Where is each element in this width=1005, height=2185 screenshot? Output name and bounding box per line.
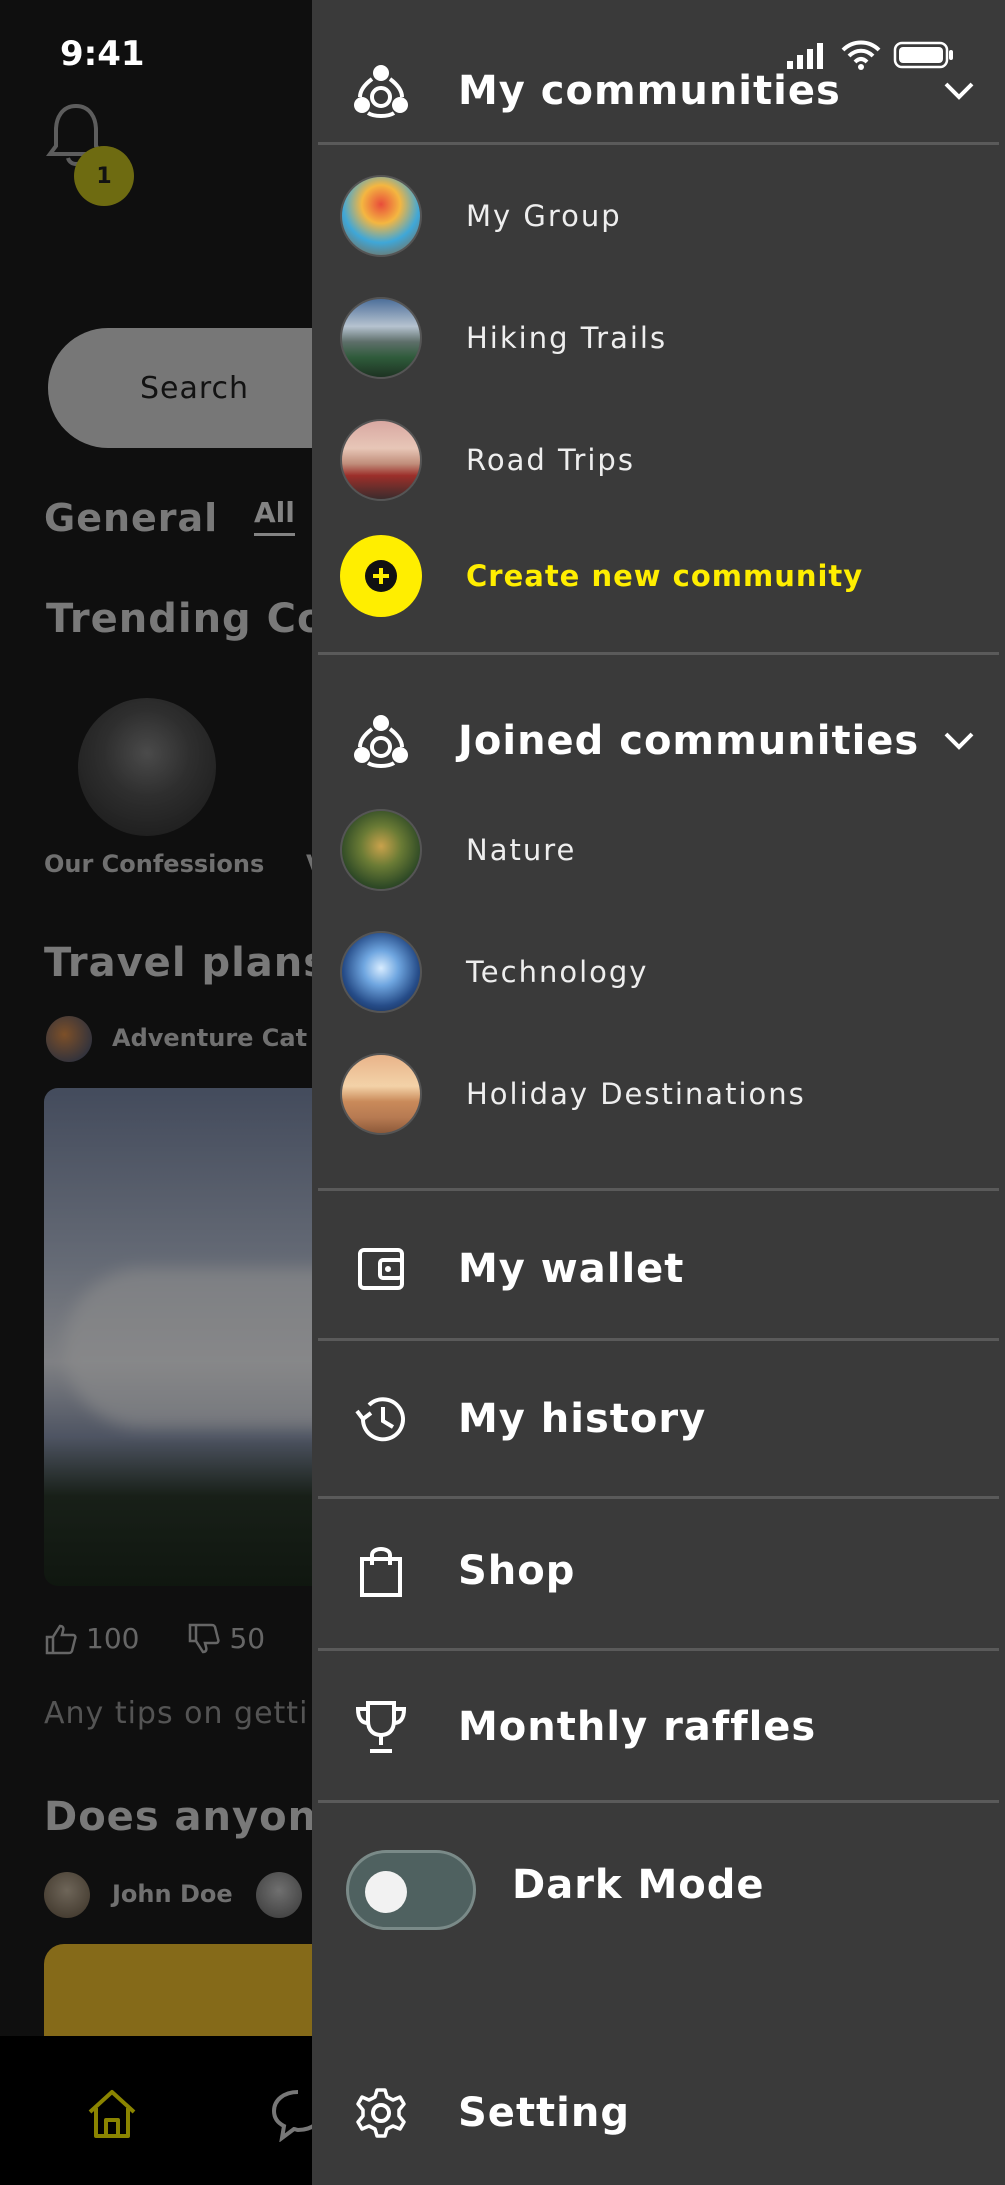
general-heading: General bbox=[44, 496, 219, 540]
community-avatar bbox=[340, 1053, 422, 1135]
community-avatar bbox=[340, 931, 422, 1013]
community-avatar bbox=[340, 297, 422, 379]
community-icon bbox=[348, 58, 414, 124]
divider bbox=[318, 1188, 999, 1191]
post-title-2: Does anyone bbox=[44, 1794, 346, 1840]
community-item-nature[interactable]: Nature bbox=[340, 808, 980, 892]
community-avatar bbox=[340, 419, 422, 501]
history-icon bbox=[348, 1386, 414, 1452]
chevron-down-icon[interactable] bbox=[942, 80, 976, 102]
post-reactions: 100 50 bbox=[44, 1622, 265, 1655]
like-button[interactable]: 100 bbox=[44, 1622, 139, 1655]
community-avatar bbox=[340, 809, 422, 891]
chevron-down-icon[interactable] bbox=[942, 730, 976, 752]
author-avatar bbox=[46, 1016, 92, 1062]
divider bbox=[318, 1496, 999, 1499]
post-title: Travel plans bbox=[44, 940, 329, 986]
community-item-my-group[interactable]: My Group bbox=[340, 174, 980, 258]
menu-item-shop[interactable]: Shop bbox=[348, 1538, 988, 1604]
community-item-label: Road Trips bbox=[466, 443, 635, 477]
divider bbox=[318, 1338, 999, 1341]
divider bbox=[318, 1800, 999, 1803]
create-community-label: Create new community bbox=[466, 559, 864, 593]
community-avatar bbox=[340, 175, 422, 257]
participant-avatar bbox=[256, 1872, 302, 1918]
plus-icon bbox=[340, 535, 422, 617]
wallet-label: My wallet bbox=[458, 1246, 685, 1292]
trending-avatar[interactable] bbox=[78, 698, 216, 836]
menu-item-monthly-raffles[interactable]: Monthly raffles bbox=[348, 1694, 988, 1760]
menu-item-setting[interactable]: Setting bbox=[348, 2080, 988, 2146]
trending-heading: Trending Cor bbox=[46, 596, 347, 642]
dark-mode-toggle[interactable] bbox=[346, 1850, 476, 1930]
divider bbox=[318, 1648, 999, 1651]
raffles-label: Monthly raffles bbox=[458, 1704, 817, 1750]
menu-item-history[interactable]: My history bbox=[348, 1386, 988, 1452]
post-snippet: Any tips on getti bbox=[44, 1696, 309, 1731]
community-item-label: My Group bbox=[466, 199, 622, 233]
trending-item-label: Our Confessions bbox=[44, 850, 265, 878]
wallet-icon bbox=[348, 1236, 414, 1302]
gear-icon bbox=[348, 2080, 414, 2146]
toggle-knob bbox=[365, 1871, 407, 1913]
community-item-hiking-trails[interactable]: Hiking Trails bbox=[340, 296, 980, 380]
status-time: 9:41 bbox=[60, 34, 145, 74]
home-icon[interactable] bbox=[84, 2088, 140, 2140]
side-drawer: My communities My Group Hiking Trails Ro… bbox=[312, 0, 1005, 2185]
community-item-label: Holiday Destinations bbox=[466, 1077, 806, 1111]
dark-mode-label: Dark Mode bbox=[512, 1862, 765, 1908]
author-name-2: John Doe bbox=[112, 1880, 233, 1908]
joined-communities-header[interactable]: Joined communities bbox=[348, 708, 988, 774]
my-communities-header[interactable]: My communities bbox=[348, 58, 988, 124]
shopping-bag-icon bbox=[348, 1538, 414, 1604]
menu-item-wallet[interactable]: My wallet bbox=[348, 1236, 988, 1302]
community-item-label: Hiking Trails bbox=[466, 321, 668, 355]
author-name: Adventure Cat bbox=[112, 1024, 308, 1052]
shop-label: Shop bbox=[458, 1548, 576, 1594]
create-community-button[interactable]: Create new community bbox=[340, 534, 980, 618]
community-item-label: Technology bbox=[466, 955, 649, 989]
community-icon bbox=[348, 708, 414, 774]
tab-all[interactable]: All bbox=[254, 496, 295, 536]
history-label: My history bbox=[458, 1396, 707, 1442]
notification-badge: 1 bbox=[74, 146, 134, 206]
dislike-button[interactable]: 50 bbox=[187, 1622, 265, 1655]
community-item-label: Nature bbox=[466, 833, 577, 867]
like-count: 100 bbox=[86, 1622, 140, 1655]
setting-label: Setting bbox=[458, 2090, 630, 2136]
dislike-count: 50 bbox=[229, 1622, 266, 1655]
author-avatar-2 bbox=[44, 1872, 90, 1918]
thumbs-down-icon bbox=[189, 1623, 221, 1653]
community-item-holiday-destinations[interactable]: Holiday Destinations bbox=[340, 1052, 980, 1136]
community-item-technology[interactable]: Technology bbox=[340, 930, 980, 1014]
my-communities-title: My communities bbox=[458, 68, 841, 114]
community-item-road-trips[interactable]: Road Trips bbox=[340, 418, 980, 502]
trophy-icon bbox=[348, 1694, 414, 1760]
thumbs-up-icon bbox=[45, 1624, 77, 1654]
divider bbox=[318, 142, 999, 145]
joined-communities-title: Joined communities bbox=[458, 718, 920, 764]
divider bbox=[318, 652, 999, 655]
